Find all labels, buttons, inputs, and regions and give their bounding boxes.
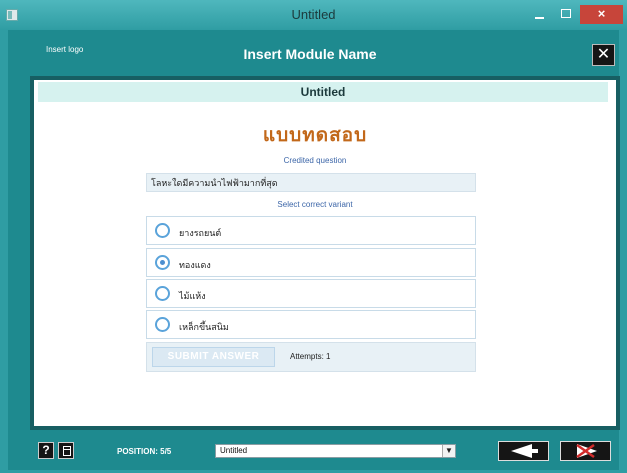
radio-button[interactable] (155, 286, 170, 301)
submit-answer-button[interactable]: SUBMIT ANSWER (152, 347, 275, 367)
minimize-button[interactable] (526, 5, 552, 24)
variant-label: Select correct variant (277, 200, 353, 209)
module-close-button[interactable]: ✕ (592, 44, 615, 66)
radio-button[interactable] (155, 317, 170, 332)
next-button-disabled[interactable] (560, 441, 611, 461)
list-icon[interactable] (58, 442, 74, 459)
logo-placeholder: Insert logo (46, 45, 84, 54)
position-indicator: POSITION: 5/5 (117, 447, 172, 456)
answer-option-1[interactable]: ยางรถยนต์ (146, 216, 476, 245)
answer-option-4[interactable]: เหล็กขึ้นสนิม (146, 310, 476, 339)
page-select[interactable]: Untitled (215, 444, 456, 458)
arrow-left-icon (511, 444, 538, 458)
question-text: โลหะใดมีความนำไฟฟ้ามากที่สุด (146, 173, 476, 192)
chevron-down-icon[interactable]: ▼ (442, 445, 455, 457)
radio-button[interactable] (155, 223, 170, 238)
answer-label: ไม้แห้ง (179, 291, 206, 301)
answer-label: ยางรถยนต์ (179, 228, 222, 238)
page-heading: Untitled (38, 82, 608, 102)
attempts-counter: Attempts: 1 (290, 352, 331, 361)
window-close-button[interactable]: × (580, 5, 623, 24)
previous-button[interactable] (498, 441, 549, 461)
answer-option-3[interactable]: ไม้แห้ง (146, 279, 476, 308)
help-icon[interactable]: ? (38, 442, 54, 459)
question-label: Credited question (283, 156, 347, 165)
quiz-title: แบบทดสอบ (262, 125, 368, 146)
answer-label: ทองแดง (179, 260, 211, 270)
module-name: Insert Module Name (243, 46, 377, 62)
answer-option-2[interactable]: ทองแดง (146, 248, 476, 277)
arrow-right-disabled-icon (576, 443, 597, 459)
radio-button-selected[interactable] (155, 255, 170, 270)
maximize-button[interactable] (553, 5, 579, 24)
answer-label: เหล็กขึ้นสนิม (179, 322, 229, 332)
